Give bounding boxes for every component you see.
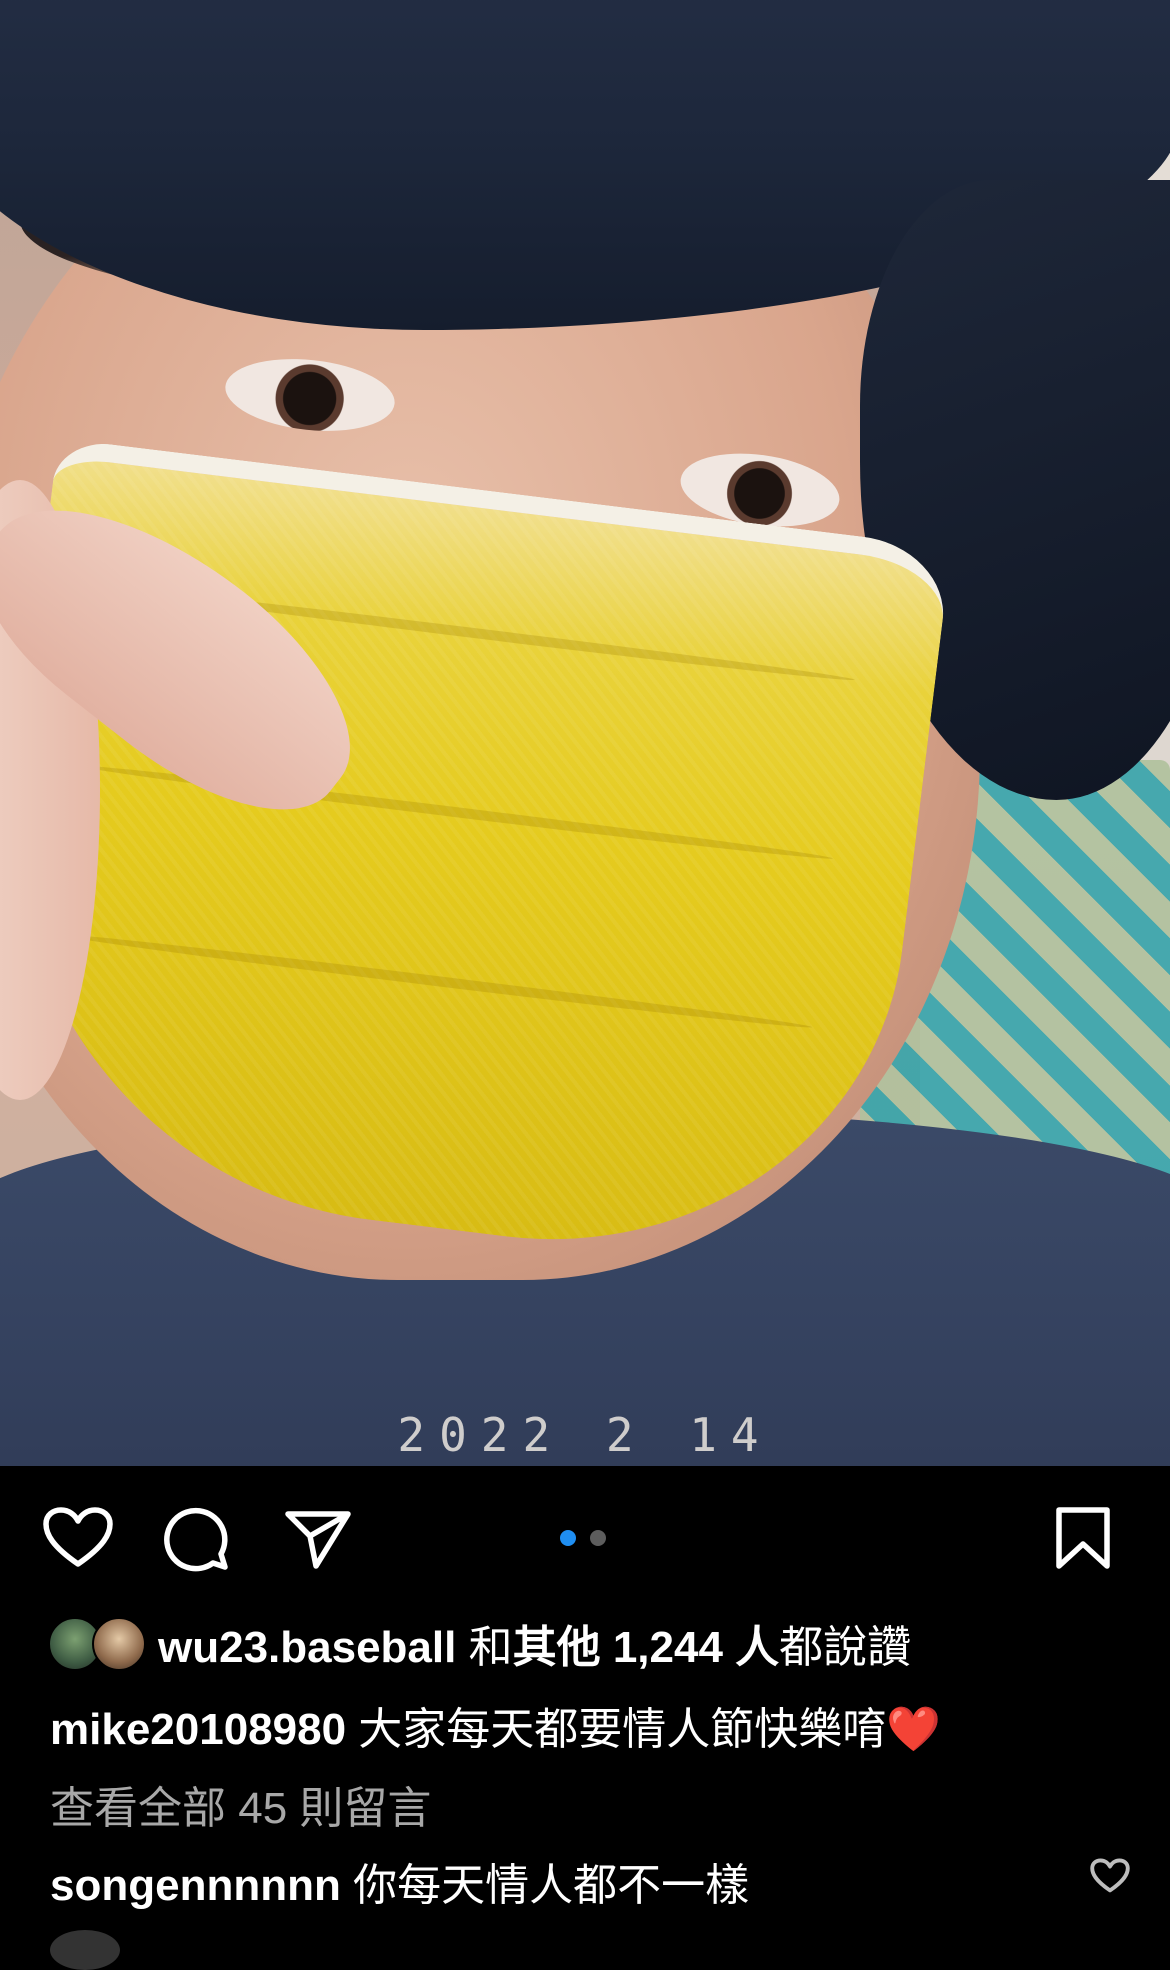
avatar xyxy=(92,1617,146,1671)
carousel-dot xyxy=(590,1530,606,1546)
comment-like-heart-icon[interactable] xyxy=(1090,1858,1130,1894)
photo-date-stamp: 2022 2 14 xyxy=(397,1408,773,1462)
comment-bubble-icon[interactable] xyxy=(164,1506,230,1572)
comment-text: 你每天情人都不一樣 xyxy=(353,1861,750,1910)
paper-plane-icon[interactable] xyxy=(284,1508,352,1570)
next-comment-avatar xyxy=(50,1930,120,1970)
caption-text: 大家每天都要情人節快樂唷 xyxy=(358,1705,887,1754)
likes-and-text: 和 xyxy=(468,1623,513,1672)
heart-icon[interactable] xyxy=(42,1506,114,1570)
red-heart-emoji: ❤️ xyxy=(886,1705,942,1754)
comment-row: songennnnnn 你每天情人都不一樣 xyxy=(50,1849,749,1913)
liker-username[interactable]: wu23.baseball xyxy=(158,1623,456,1672)
likes-summary[interactable]: wu23.baseball 和其他 1,244 人都說讚 xyxy=(48,1613,911,1673)
likes-suffix-text: 都說讚 xyxy=(779,1623,912,1672)
view-all-comments-link[interactable]: 查看全部 45 則留言 xyxy=(50,1772,431,1836)
caption-username[interactable]: mike20108980 xyxy=(50,1705,346,1754)
post-photo[interactable]: 2022 2 14 xyxy=(0,0,1170,1466)
likes-others-count[interactable]: 其他 1,244 人 xyxy=(513,1623,780,1672)
comment-username[interactable]: songennnnnn xyxy=(50,1861,341,1910)
carousel-dot-active xyxy=(560,1530,576,1546)
mask-pleat xyxy=(57,929,813,1033)
liker-avatars xyxy=(48,1617,146,1671)
bookmark-icon[interactable] xyxy=(1054,1506,1112,1570)
post-caption: mike20108980 大家每天都要情人節快樂唷❤️ xyxy=(50,1693,941,1757)
carousel-indicator xyxy=(560,1530,620,1551)
